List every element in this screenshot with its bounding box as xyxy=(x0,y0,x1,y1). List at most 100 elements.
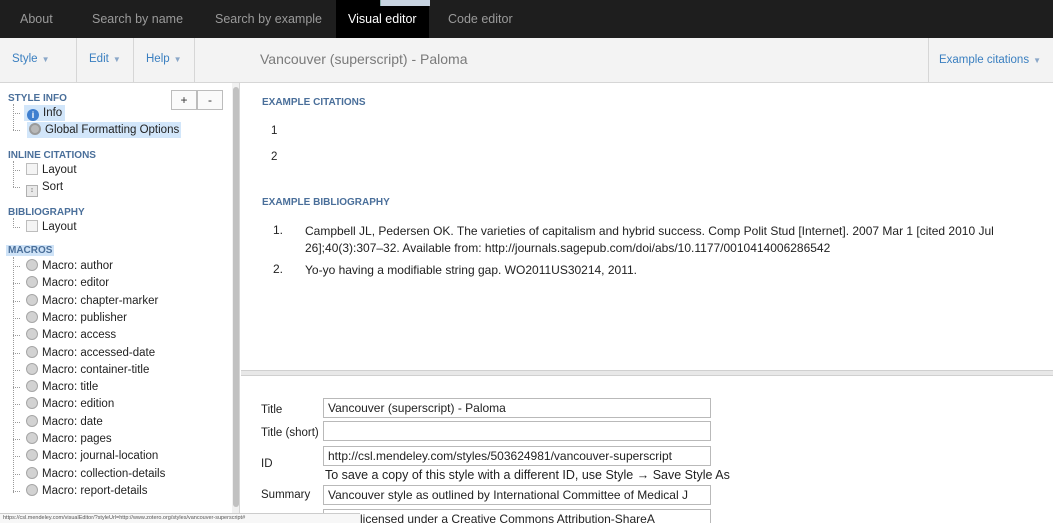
title-short-label: Title (short) xyxy=(261,427,319,439)
rights-input[interactable] xyxy=(323,509,711,523)
help-menu-button[interactable]: Help ▼ xyxy=(146,53,182,65)
caret-down-icon: ▼ xyxy=(112,55,121,64)
tree-node-label: Macro: author xyxy=(42,260,113,272)
title-short-input[interactable] xyxy=(323,421,711,441)
tree-node-label: Macro: accessed-date xyxy=(42,346,156,359)
macro-icon xyxy=(26,397,38,410)
section-style-info[interactable]: STYLE INFO xyxy=(8,93,67,104)
tree-node-label: Macro: report-details xyxy=(42,484,148,497)
tree-connector xyxy=(13,421,20,423)
tree-node-label: Macro: edition xyxy=(42,398,115,411)
edit-menu-button[interactable]: Edit ▼ xyxy=(89,53,121,65)
section-inline-citations[interactable]: INLINE CITATIONS xyxy=(8,150,96,161)
tree-node-macro[interactable]: Macro: journal-location xyxy=(26,448,158,464)
tree-node-macro[interactable]: Macro: report-details xyxy=(26,483,147,499)
section-macros[interactable]: MACROS xyxy=(6,245,55,256)
toolbar-divider xyxy=(133,38,134,83)
sort-icon: ↕ xyxy=(26,185,38,197)
background-window-fragment xyxy=(380,0,430,6)
tab-search-by-name[interactable]: Search by name xyxy=(80,0,195,38)
tree-node-macro[interactable]: Macro: edition xyxy=(26,396,114,412)
example-bibliography-heading: EXAMPLE BIBLIOGRAPHY xyxy=(262,197,390,208)
tree-connector xyxy=(13,283,20,285)
tab-code-editor[interactable]: Code editor xyxy=(436,0,525,38)
macro-icon xyxy=(26,414,38,427)
style-menu-label: Style xyxy=(12,53,38,65)
gear-icon xyxy=(29,123,41,135)
layout-icon xyxy=(26,163,38,175)
tree-node-macro[interactable]: Macro: container-title xyxy=(26,362,149,378)
tab-about[interactable]: About xyxy=(8,0,65,38)
info-icon: i xyxy=(27,109,39,121)
tree-node-macro[interactable]: Macro: pages xyxy=(26,431,112,447)
tree-node-macro[interactable]: Macro: accessed-date xyxy=(26,345,155,361)
macro-icon xyxy=(26,259,38,271)
caret-down-icon: ▼ xyxy=(173,55,182,64)
top-navigation: About Search by name Search by example V… xyxy=(0,0,1053,38)
tree-node-macro[interactable]: Macro: title xyxy=(26,379,98,395)
section-bibliography[interactable]: BIBLIOGRAPHY xyxy=(8,207,85,218)
macro-icon xyxy=(26,293,38,306)
tree-connector xyxy=(13,227,20,228)
tree-connector xyxy=(13,113,20,114)
tree-scrollbar[interactable] xyxy=(232,83,239,513)
caret-down-icon: ▼ xyxy=(41,55,50,64)
macro-icon xyxy=(26,276,38,289)
macro-icon xyxy=(26,483,38,496)
id-input[interactable] xyxy=(323,446,711,466)
example-citation: 1 xyxy=(271,125,278,137)
tree-node-citation-layout[interactable]: Layout xyxy=(26,162,77,178)
tree-connector xyxy=(13,257,14,493)
tree-connector xyxy=(13,387,20,389)
tree-node-label: Macro: date xyxy=(42,415,103,428)
example-citations-button[interactable]: Example citations ▼ xyxy=(927,38,1053,83)
tree-node-citation-sort[interactable]: ↕ Sort xyxy=(26,179,64,197)
tree-connector xyxy=(13,335,20,337)
tree-node-bibliography-layout[interactable]: Layout xyxy=(26,219,77,235)
example-preview-panel: EXAMPLE CITATIONS 1 2 EXAMPLE BIBLIOGRAP… xyxy=(249,83,1053,370)
summary-input[interactable] xyxy=(323,485,711,505)
tree-node-label: Macro: editor xyxy=(42,277,110,290)
tree-connector xyxy=(13,187,20,188)
tree-connector xyxy=(13,369,20,371)
tree-node-label: Macro: chapter-marker xyxy=(42,294,159,307)
tree-node-macro[interactable]: Macro: access xyxy=(26,327,116,343)
tree-node-label: Sort xyxy=(42,181,64,193)
tree-node-label: Macro: title xyxy=(42,381,99,394)
style-menu-button[interactable]: Style ▼ xyxy=(12,53,50,65)
tree-connector xyxy=(13,161,14,187)
bibliography-entry: Campbell JL, Pedersen OK. The varieties … xyxy=(305,224,994,255)
help-menu-label: Help xyxy=(146,53,170,65)
tree-node-macro[interactable]: Macro: publisher xyxy=(26,310,127,326)
add-node-button[interactable]: + xyxy=(171,90,197,110)
tree-node-macro[interactable]: Macro: editor xyxy=(26,275,109,291)
toolbar: Style ▼ Edit ▼ Help ▼ Vancouver (superscrip… xyxy=(0,38,1053,83)
tree-node-macro[interactable]: Macro: author xyxy=(26,258,113,274)
title-label: Title xyxy=(261,404,283,416)
tree-node-label: Macro: access xyxy=(42,329,117,342)
tree-node-macro[interactable]: Macro: chapter-marker xyxy=(26,293,158,309)
summary-label: Summary xyxy=(261,489,311,501)
tree-connector xyxy=(13,439,20,440)
macro-icon xyxy=(26,466,38,479)
tree-node-info[interactable]: i Info xyxy=(24,105,66,121)
example-citations-heading: EXAMPLE CITATIONS xyxy=(262,97,366,108)
tree-node-global-formatting[interactable]: Global Formatting Options xyxy=(27,122,182,138)
tree-connector xyxy=(13,473,20,475)
remove-node-button[interactable]: - xyxy=(197,90,223,110)
style-title: Vancouver (superscript) - Paloma xyxy=(260,51,468,67)
tree-connector xyxy=(13,404,20,406)
bibliography-entry-number: 2. xyxy=(273,262,284,276)
example-citations-label: Example citations xyxy=(938,54,1030,66)
tree-node-macro[interactable]: Macro: date xyxy=(26,414,103,430)
style-tree-panel: + - STYLE INFO i Info Global Formatting O… xyxy=(0,83,240,513)
scrollbar-thumb[interactable] xyxy=(233,87,239,507)
tree-connector xyxy=(13,130,20,131)
tree-connector xyxy=(13,352,20,354)
tree-node-macro[interactable]: Macro: collection-details xyxy=(26,466,165,482)
tree-connector xyxy=(13,170,20,171)
title-input[interactable] xyxy=(323,398,711,418)
tree-node-label: Macro: publisher xyxy=(42,311,128,324)
tab-search-by-example[interactable]: Search by example xyxy=(203,0,334,38)
macro-icon xyxy=(26,310,38,323)
